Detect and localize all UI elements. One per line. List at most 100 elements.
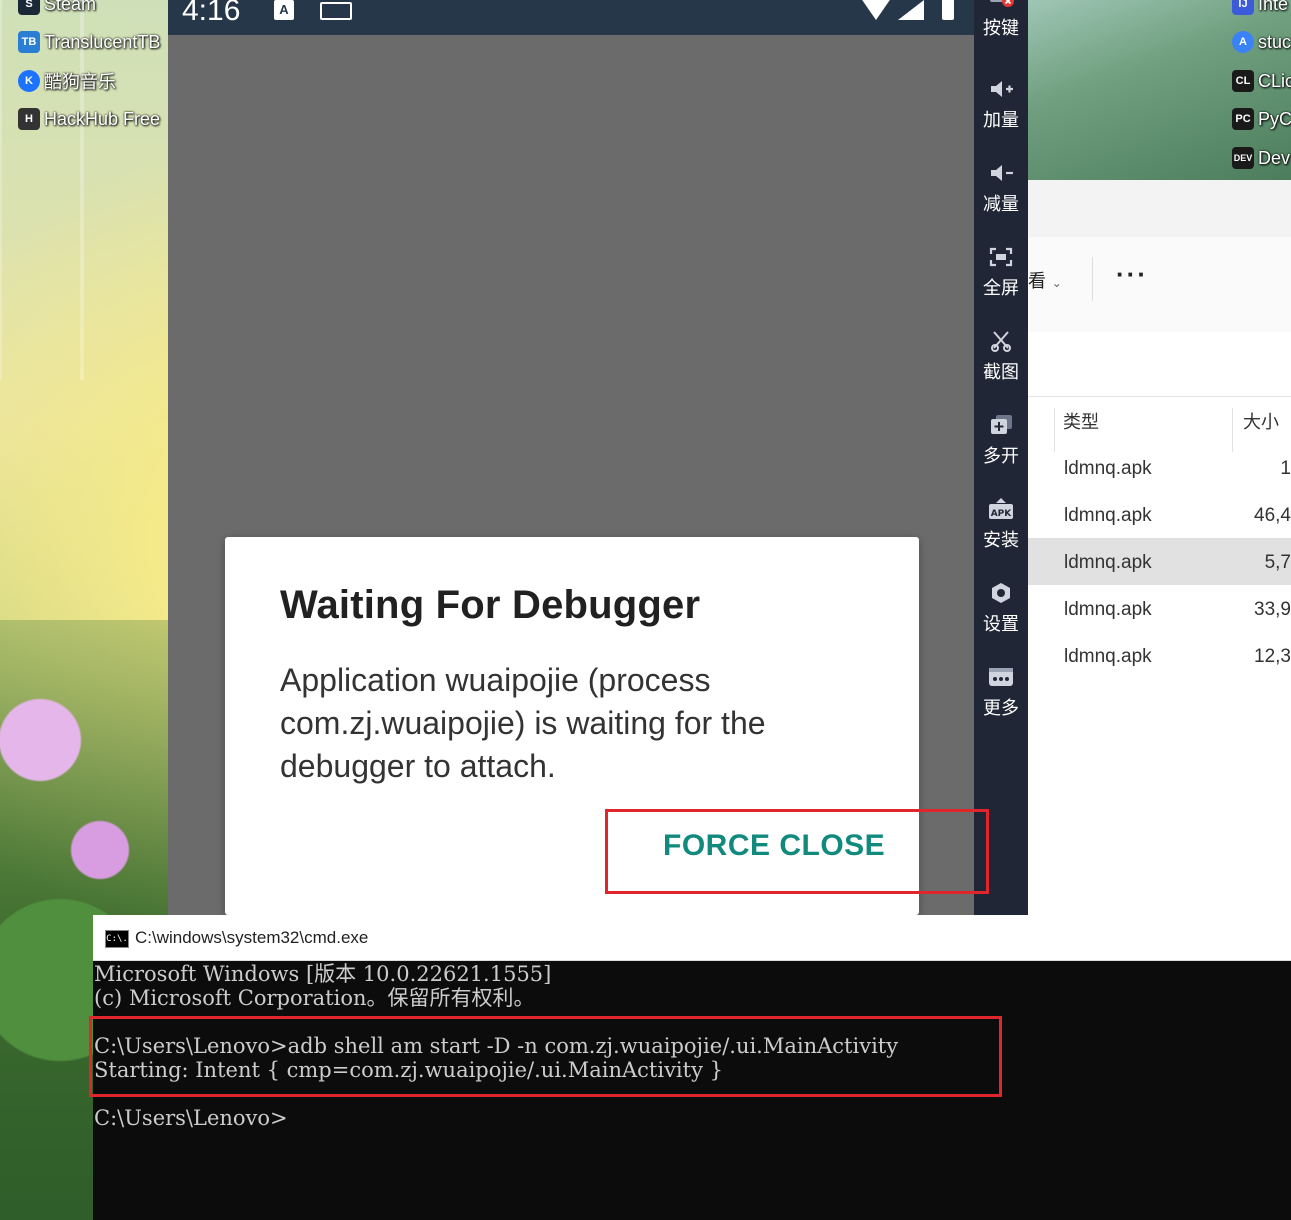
android-status-bar: 4:16 A xyxy=(168,0,974,35)
multi-instance-icon xyxy=(988,414,1014,436)
file-size: 5,7 xyxy=(1264,552,1291,573)
file-type: ldmnq.apk xyxy=(1064,458,1152,479)
volume-down-icon xyxy=(988,162,1014,184)
status-clock: 4:16 xyxy=(182,0,241,27)
command-highlight-box xyxy=(89,1016,1002,1097)
file-type: ldmnq.apk xyxy=(1064,552,1152,573)
file-size: 1 xyxy=(1280,458,1291,479)
android-studio-icon: A xyxy=(1232,31,1254,53)
file-size: 33,9 xyxy=(1254,599,1291,620)
dialog-message: Application wuaipojie (process com.zj.wu… xyxy=(280,662,766,784)
sidebar-item-label: 截图 xyxy=(983,362,1019,383)
sidebar-item-install-apk[interactable]: APK 安装 xyxy=(974,496,1028,580)
explorer-tab-bar xyxy=(1028,180,1291,237)
desktop-shortcut-clion[interactable]: CL CLic xyxy=(1232,67,1291,95)
force-close-highlight-box xyxy=(605,809,989,894)
devcpp-icon: DEV xyxy=(1232,147,1254,169)
desktop-shortcut-kugou[interactable]: K 酷狗音乐 xyxy=(18,67,168,95)
view-menu-label: 看 xyxy=(1028,271,1046,292)
file-explorer-window: 看 ⌄ ··· 类型 大小 ldmnq.apk 1 ldmnq.apk 46,4… xyxy=(1028,180,1291,915)
column-header-size[interactable]: 大小 xyxy=(1243,408,1279,434)
desktop-shortcut-label: HackHub Free xyxy=(44,108,161,129)
translucenttb-icon: TB xyxy=(18,31,40,53)
more-icon xyxy=(988,666,1014,688)
desktop-shortcut-label: Steam xyxy=(44,0,97,14)
cmd-icon: C:\. xyxy=(105,930,129,948)
file-size: 46,4 xyxy=(1254,505,1291,526)
desktop-shortcut-label: TranslucentTB xyxy=(44,31,161,52)
sidebar-item-multi-instance[interactable]: 多开 xyxy=(974,412,1028,496)
volume-up-icon xyxy=(988,78,1014,100)
desktop-shortcut-pycharm[interactable]: PC PyC xyxy=(1232,105,1291,133)
chevron-down-icon: ⌄ xyxy=(1051,276,1062,290)
command-bar-separator xyxy=(1092,257,1093,301)
pycharm-icon: PC xyxy=(1232,108,1254,130)
settings-icon xyxy=(988,582,1014,604)
fullscreen-icon xyxy=(988,246,1014,268)
file-type: ldmnq.apk xyxy=(1064,505,1152,526)
desktop-shortcut-translucenttb[interactable]: TB TranslucentTB xyxy=(18,28,168,56)
desktop-shortcut-label: stuc xyxy=(1258,31,1291,52)
keymap-icon xyxy=(988,0,1014,8)
keyboard-icon xyxy=(320,2,352,20)
battery-icon xyxy=(942,0,954,20)
desktop-shortcut-label: Dev xyxy=(1258,147,1291,168)
sidebar-item-label: 按键 xyxy=(983,18,1019,39)
wallpaper-window-pane xyxy=(0,0,168,380)
desktop-shortcut-intellij[interactable]: IJ Inte xyxy=(1232,0,1291,18)
emulator-sidebar: 按键 加量 减量 全屏 截图 多开 APK 安装 设置 更多 xyxy=(974,0,1028,915)
column-header-type[interactable]: 类型 xyxy=(1063,408,1099,434)
cmd-title-text: C:\windows\system32\cmd.exe xyxy=(135,928,369,947)
explorer-command-bar: 看 ⌄ ··· xyxy=(1028,237,1291,333)
sidebar-item-label: 全屏 xyxy=(983,278,1019,299)
desktop-shortcut-android-studio[interactable]: A stuc xyxy=(1232,28,1291,56)
file-type: ldmnq.apk xyxy=(1064,599,1152,620)
console-prompt: C:\Users\Lenovo> xyxy=(94,1106,288,1130)
steam-icon: S xyxy=(18,0,40,15)
hackhub-icon: H xyxy=(18,108,40,130)
desktop-shortcut-label: CLic xyxy=(1258,70,1291,91)
file-row[interactable]: ldmnq.apk 12,3 xyxy=(1028,632,1291,679)
sidebar-item-settings[interactable]: 设置 xyxy=(974,580,1028,664)
sidebar-item-screenshot[interactable]: 截图 xyxy=(974,328,1028,412)
sidebar-item-more[interactable]: 更多 xyxy=(974,664,1028,748)
sidebar-item-label: 加量 xyxy=(983,110,1019,131)
sidebar-item-volume-down[interactable]: 减量 xyxy=(974,160,1028,244)
desktop-shortcut-devcpp[interactable]: DEV Dev xyxy=(1232,144,1291,172)
signal-icon xyxy=(898,0,924,20)
explorer-address-area xyxy=(1028,332,1291,397)
desktop-shortcut-label: PyC xyxy=(1258,108,1291,129)
dialog-title: Waiting For Debugger xyxy=(280,583,701,627)
sidebar-item-label: 安装 xyxy=(983,530,1019,551)
file-row[interactable]: ldmnq.apk 1 xyxy=(1028,444,1291,491)
android-emulator-screen: 4:16 A Waiting For Debugger Application … xyxy=(168,0,974,915)
sidebar-item-label: 多开 xyxy=(983,446,1019,467)
sidebar-item-label: 更多 xyxy=(983,698,1019,719)
install-apk-icon: APK xyxy=(988,498,1014,520)
file-row[interactable]: ldmnq.apk 33,9 xyxy=(1028,585,1291,632)
cmd-title-bar[interactable]: C:\. C:\windows\system32\cmd.exe xyxy=(93,915,1291,961)
sidebar-item-label: 减量 xyxy=(983,194,1019,215)
view-menu-button[interactable]: 看 ⌄ xyxy=(1028,267,1062,293)
svg-text:APK: APK xyxy=(991,509,1013,519)
more-options-button[interactable]: ··· xyxy=(1116,259,1148,290)
desktop-shortcut-label: Inte xyxy=(1258,0,1289,14)
console-line: Microsoft Windows [版本 10.0.22621.1555] xyxy=(94,962,552,986)
desktop-shortcut-steam[interactable]: S Steam xyxy=(18,0,168,18)
kugou-icon: K xyxy=(18,70,40,92)
file-row-selected[interactable]: ldmnq.apk 5,7 xyxy=(1028,538,1291,585)
desktop-shortcut-hackhub[interactable]: H HackHub Free xyxy=(18,105,168,133)
file-row[interactable]: ldmnq.apk 46,4 xyxy=(1028,491,1291,538)
sidebar-item-volume-up[interactable]: 加量 xyxy=(974,76,1028,160)
console-line: (c) Microsoft Corporation。保留所有权利。 xyxy=(94,986,535,1010)
desktop-shortcut-label: 酷狗音乐 xyxy=(44,72,116,92)
wifi-icon xyxy=(858,0,894,20)
intellij-icon: IJ xyxy=(1232,0,1254,15)
file-list-header: 类型 大小 xyxy=(1028,396,1291,452)
sidebar-item-keymap[interactable]: 按键 xyxy=(974,0,1028,68)
clion-icon: CL xyxy=(1232,70,1254,92)
sidebar-item-fullscreen[interactable]: 全屏 xyxy=(974,244,1028,328)
sidebar-item-label: 设置 xyxy=(983,614,1019,635)
screenshot-icon xyxy=(988,330,1014,352)
file-type: ldmnq.apk xyxy=(1064,646,1152,667)
